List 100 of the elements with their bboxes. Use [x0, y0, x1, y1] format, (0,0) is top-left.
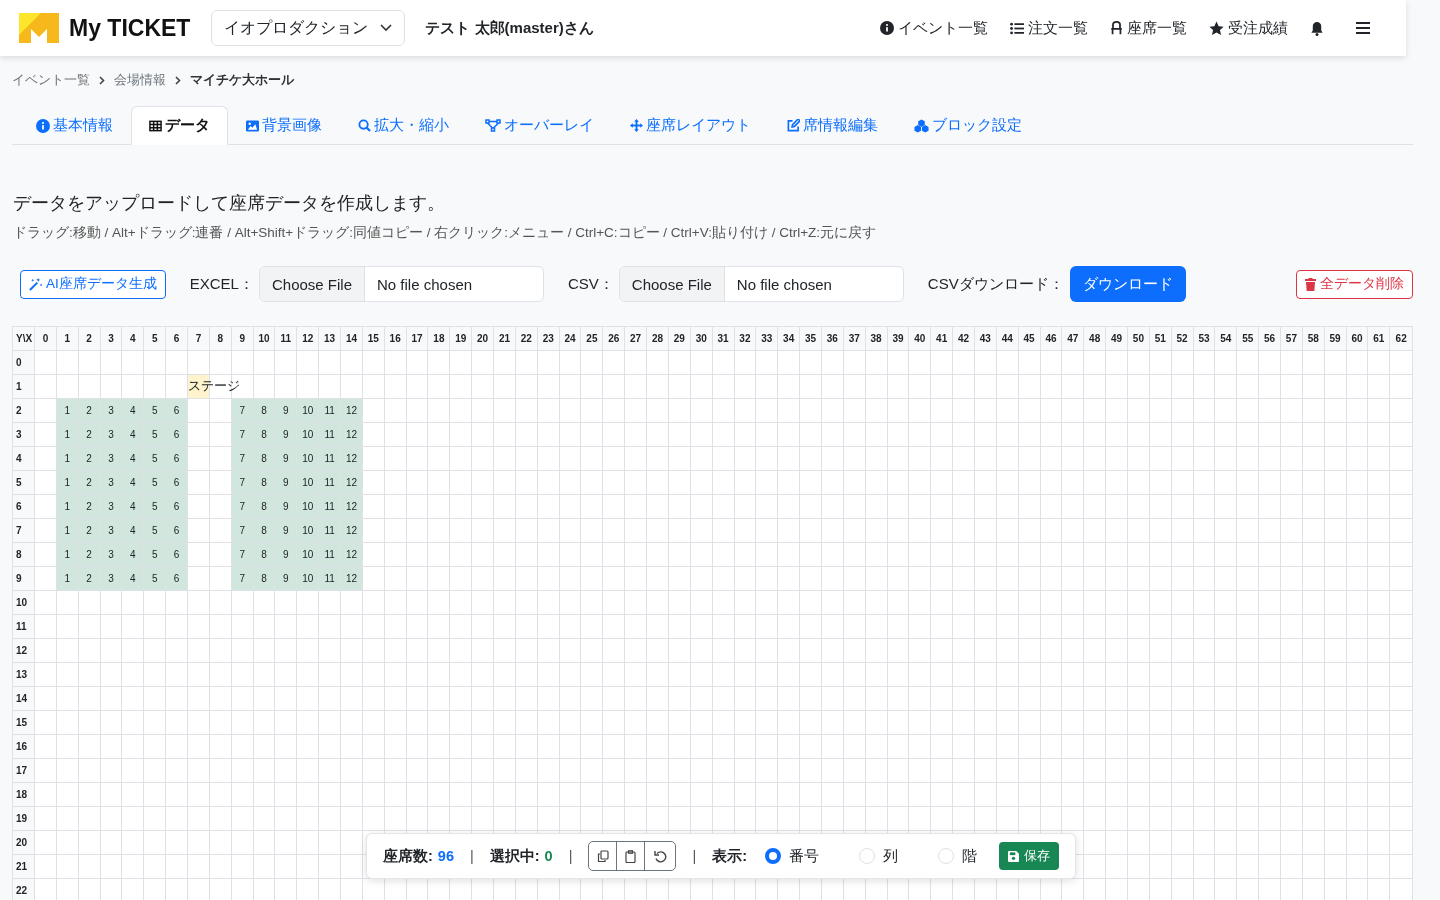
column-header: 39 [887, 326, 909, 351]
column-header: 50 [1127, 326, 1150, 351]
separator: | [470, 848, 474, 864]
nav-link[interactable]: 座席一覧 [1110, 18, 1187, 38]
column-header: 19 [449, 326, 472, 351]
table-icon [149, 119, 162, 132]
tab[interactable]: 基本情報 [18, 106, 131, 145]
row-header: 1 [12, 374, 35, 399]
menu-icon[interactable] [1356, 22, 1370, 34]
column-header: 7 [187, 326, 210, 351]
row-header: 18 [12, 782, 35, 807]
column-header: 30 [690, 326, 713, 351]
column-header: 52 [1171, 326, 1194, 351]
column-header: 55 [1236, 326, 1259, 351]
row-header: 10 [12, 590, 35, 615]
column-header: 33 [755, 326, 778, 351]
column-header: 8 [209, 326, 232, 351]
nav-link[interactable]: 注文一覧 [1010, 18, 1088, 38]
page-heading: データをアップロードして座席データを作成します。 [13, 192, 446, 215]
column-header: 40 [908, 326, 931, 351]
chevron-down-icon [380, 24, 393, 32]
column-header: 24 [559, 326, 581, 351]
column-header: 31 [712, 326, 734, 351]
row-header: 2 [12, 398, 35, 423]
breadcrumb-item[interactable]: イベント一覧 [12, 71, 90, 89]
tab[interactable]: 拡大・縮小 [340, 106, 467, 145]
breadcrumb-item[interactable]: 会場情報 [114, 71, 166, 89]
tab[interactable]: 席情報編集 [769, 106, 896, 145]
column-header: 17 [406, 326, 428, 351]
nodes-icon [485, 119, 501, 132]
chevron-right-icon [175, 75, 181, 85]
row-header: 19 [12, 806, 35, 831]
column-header: 0 [34, 326, 57, 351]
row-header: 21 [12, 854, 35, 879]
file-status-text: No file chosen [376, 274, 474, 295]
move-icon [630, 119, 643, 132]
column-header: 4 [121, 326, 144, 351]
breadcrumb-item: マイチケ大ホール [190, 71, 294, 89]
logo-icon [19, 13, 59, 43]
selected-label: 選択中: [489, 846, 540, 866]
tab[interactable]: ブロック設定 [896, 106, 1040, 145]
column-header: 2 [78, 326, 101, 351]
chair-icon [1110, 21, 1123, 35]
column-header: 16 [384, 326, 407, 351]
column-header: 57 [1280, 326, 1303, 351]
seat-count-label: 座席数: [383, 846, 433, 866]
row-header: 11 [12, 614, 35, 639]
column-header: 26 [602, 326, 625, 351]
nav-link[interactable]: 受注成績 [1209, 18, 1288, 38]
column-header: 14 [340, 326, 363, 351]
display-label: 表示: [712, 846, 748, 866]
display-option[interactable]: 列 [859, 846, 899, 866]
column-header: 27 [624, 326, 647, 351]
column-header: 18 [427, 326, 450, 351]
row-header: 16 [12, 734, 35, 759]
display-option[interactable]: 階 [938, 846, 978, 866]
display-option[interactable]: 番号 [765, 846, 820, 866]
column-header: 34 [777, 326, 800, 351]
column-header: 5 [143, 326, 166, 351]
radio-button[interactable] [765, 848, 782, 864]
column-header: 44 [996, 326, 1019, 351]
bell-icon[interactable] [1310, 20, 1324, 36]
file-input[interactable]: Choose File No file chosen [618, 266, 904, 302]
delete-all-button[interactable]: 全データ削除 [1296, 269, 1413, 299]
separator: | [568, 848, 573, 864]
column-header: 23 [537, 326, 560, 351]
tab[interactable]: データ [131, 106, 228, 145]
company-select[interactable]: イオプロダクション [211, 10, 406, 46]
download-button[interactable]: ダウンロード [1069, 266, 1186, 302]
column-header: 32 [734, 326, 756, 351]
nav-link[interactable]: イベント一覧 [880, 18, 988, 38]
row-header: 13 [12, 662, 35, 687]
row-header: 9 [12, 566, 35, 591]
column-header: 43 [974, 326, 997, 351]
star-icon [1209, 20, 1224, 36]
row-header: 5 [12, 470, 35, 495]
brand-name: My TICKET [69, 14, 191, 42]
column-header: 45 [1018, 326, 1041, 351]
separator: | [692, 848, 697, 864]
column-header: 56 [1258, 326, 1281, 351]
file-input[interactable]: Choose File No file chosen [258, 266, 544, 302]
stage-label[interactable]: ステージ [188, 379, 240, 393]
column-header: 48 [1083, 326, 1106, 351]
row-header: 7 [12, 518, 35, 543]
choose-file-button[interactable]: Choose File [619, 267, 725, 301]
column-header: 29 [668, 326, 691, 351]
tab[interactable]: 座席レイアウト [612, 106, 769, 145]
ai-generate-button[interactable]: AI座席データ生成 [20, 269, 166, 299]
column-header: 38 [865, 326, 887, 351]
tab[interactable]: 背景画像 [228, 106, 340, 145]
row-header: 8 [12, 542, 35, 567]
column-header: 21 [493, 326, 516, 351]
upload-label: EXCEL： [189, 274, 254, 294]
tab[interactable]: オーバーレイ [467, 106, 612, 145]
column-header: 13 [318, 326, 341, 351]
list-icon [1010, 21, 1024, 35]
save-button[interactable]: 保存 [999, 842, 1060, 870]
choose-file-button[interactable]: Choose File [259, 267, 365, 301]
undo-icon [653, 849, 667, 863]
magic-wand-icon [29, 277, 42, 291]
